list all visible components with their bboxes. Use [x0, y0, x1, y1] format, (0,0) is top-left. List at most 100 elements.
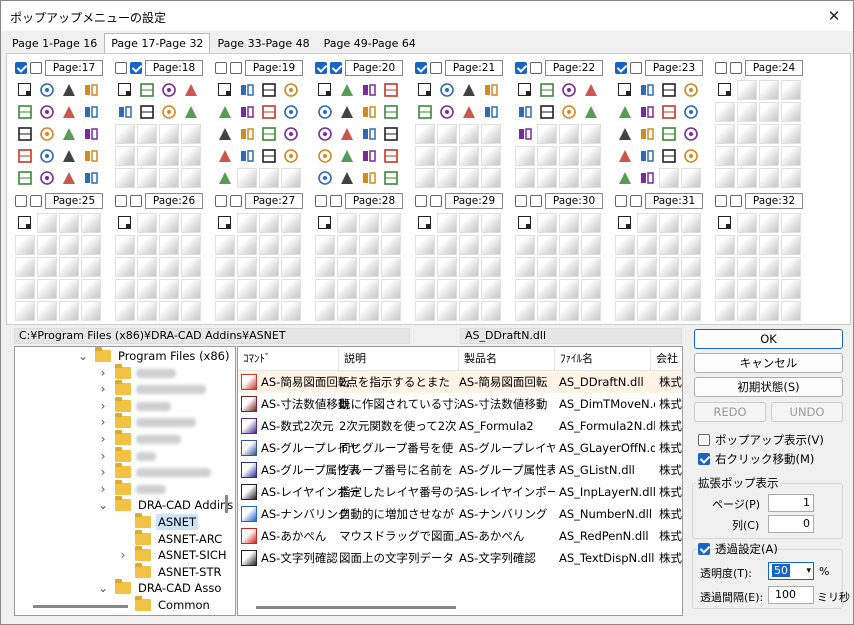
empty-slot[interactable]	[681, 301, 701, 321]
chevron-right-icon[interactable]: ›	[97, 464, 109, 480]
empty-slot[interactable]	[537, 279, 557, 299]
empty-slot[interactable]	[681, 235, 701, 255]
empty-slot[interactable]	[737, 146, 757, 166]
empty-slot[interactable]	[81, 279, 101, 299]
column-header[interactable]: 説明	[339, 347, 459, 371]
empty-slot[interactable]	[715, 235, 735, 255]
empty-slot[interactable]	[115, 279, 135, 299]
command-icon[interactable]	[215, 124, 235, 144]
page-first-icon[interactable]	[415, 213, 435, 233]
chevron-right-icon[interactable]: ›	[117, 547, 129, 563]
command-icon[interactable]	[81, 80, 101, 100]
close-button[interactable]: ✕	[823, 6, 845, 26]
empty-slot[interactable]	[381, 279, 401, 299]
page-secondary-checkbox[interactable]	[430, 62, 442, 74]
command-icon[interactable]	[481, 80, 501, 100]
tree-item[interactable]: ASNET	[15, 513, 235, 530]
empty-slot[interactable]	[137, 213, 157, 233]
empty-slot[interactable]	[659, 257, 679, 277]
chevron-right-icon[interactable]: ›	[97, 481, 109, 497]
empty-slot[interactable]	[259, 168, 279, 188]
empty-slot[interactable]	[137, 124, 157, 144]
command-icon[interactable]	[81, 124, 101, 144]
command-icon[interactable]	[581, 80, 601, 100]
page-first-icon[interactable]	[215, 80, 235, 100]
empty-slot[interactable]	[659, 168, 679, 188]
empty-slot[interactable]	[515, 301, 535, 321]
empty-slot[interactable]	[281, 168, 301, 188]
page-first-icon[interactable]	[415, 80, 435, 100]
command-icon[interactable]	[315, 146, 335, 166]
chevron-right-icon[interactable]: ›	[97, 398, 109, 414]
empty-slot[interactable]	[459, 168, 479, 188]
tree-item[interactable]: ›	[15, 396, 235, 414]
page-secondary-checkbox[interactable]	[330, 195, 342, 207]
command-icon[interactable]	[159, 102, 179, 122]
empty-slot[interactable]	[237, 213, 257, 233]
empty-slot[interactable]	[615, 301, 635, 321]
command-icon[interactable]	[15, 102, 35, 122]
command-icon[interactable]	[659, 80, 679, 100]
empty-slot[interactable]	[315, 301, 335, 321]
empty-slot[interactable]	[381, 213, 401, 233]
command-icon[interactable]	[37, 168, 57, 188]
table-row[interactable]: AS-寸法数値移動 既に作図されている寸法 AS-寸法数値移動 AS_DimTMove…	[238, 393, 682, 415]
tree-item[interactable]: ASNET-ARC	[15, 529, 235, 547]
empty-slot[interactable]	[515, 279, 535, 299]
empty-slot[interactable]	[759, 80, 779, 100]
empty-slot[interactable]	[759, 257, 779, 277]
page-label[interactable]: Page:23	[645, 60, 703, 76]
command-icon[interactable]	[215, 168, 235, 188]
empty-slot[interactable]	[359, 279, 379, 299]
empty-slot[interactable]	[659, 301, 679, 321]
empty-slot[interactable]	[281, 279, 301, 299]
reset-button[interactable]: 初期状態(S)	[694, 377, 843, 397]
empty-slot[interactable]	[315, 257, 335, 277]
empty-slot[interactable]	[181, 279, 201, 299]
command-icon[interactable]	[137, 80, 157, 100]
column-header[interactable]: ｺﾏﾝﾄﾞ	[238, 347, 339, 371]
empty-slot[interactable]	[759, 124, 779, 144]
empty-slot[interactable]	[515, 146, 535, 166]
command-icon[interactable]	[315, 102, 335, 122]
command-icon[interactable]	[359, 146, 379, 166]
table-row[interactable]: AS-数式2次元 2次元関数を使って2次 AS_Formula2 AS_Formula…	[238, 415, 682, 437]
page-first-icon[interactable]	[615, 213, 635, 233]
chevron-down-icon[interactable]: ⌄	[97, 497, 109, 513]
page-enable-checkbox[interactable]	[515, 62, 527, 74]
command-icon[interactable]	[681, 102, 701, 122]
page-enable-checkbox[interactable]	[615, 62, 627, 74]
command-icon[interactable]	[37, 124, 57, 144]
empty-slot[interactable]	[759, 168, 779, 188]
command-icon[interactable]	[337, 80, 357, 100]
empty-slot[interactable]	[59, 235, 79, 255]
table-row[interactable]: AS-あかぺん マウスドラッグで図面上 AS-あかぺん AS_RedPenN.dll 株…	[238, 525, 682, 547]
empty-slot[interactable]	[337, 213, 357, 233]
command-icon[interactable]	[237, 102, 257, 122]
command-icon[interactable]	[437, 102, 457, 122]
empty-slot[interactable]	[181, 257, 201, 277]
command-icon[interactable]	[15, 146, 35, 166]
empty-slot[interactable]	[637, 235, 657, 255]
empty-slot[interactable]	[81, 301, 101, 321]
column-header[interactable]: 製品名	[459, 347, 555, 371]
chevron-right-icon[interactable]: ›	[97, 448, 109, 464]
empty-slot[interactable]	[459, 235, 479, 255]
empty-slot[interactable]	[381, 257, 401, 277]
empty-slot[interactable]	[781, 257, 801, 277]
empty-slot[interactable]	[737, 279, 757, 299]
empty-slot[interactable]	[537, 301, 557, 321]
page-enable-checkbox[interactable]	[515, 195, 527, 207]
table-row[interactable]: AS-グループ属性表 グループ番号に名前を AS-グループ属性表 AS_GListN.…	[238, 459, 682, 481]
page-enable-checkbox[interactable]	[715, 195, 727, 207]
page-first-icon[interactable]	[515, 213, 535, 233]
tree-item[interactable]: ›	[15, 430, 235, 447]
command-icon[interactable]	[637, 168, 657, 188]
tab-page-group-3[interactable]: Page 33-Page 48	[210, 33, 316, 53]
tree-vertical-scrollbar[interactable]	[225, 495, 228, 513]
page-secondary-checkbox[interactable]	[530, 195, 542, 207]
empty-slot[interactable]	[381, 301, 401, 321]
empty-slot[interactable]	[237, 279, 257, 299]
empty-slot[interactable]	[781, 213, 801, 233]
command-icon[interactable]	[59, 80, 79, 100]
